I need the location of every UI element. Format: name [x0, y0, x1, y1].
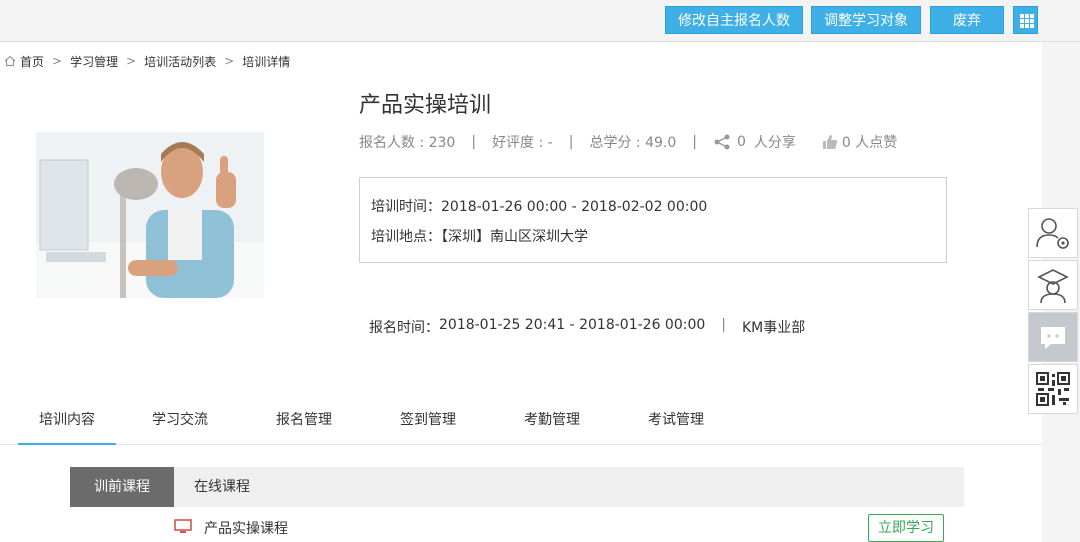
training-location-label: 培训地点： — [371, 229, 441, 245]
share-count: 0 — [736, 134, 746, 150]
training-location-value: 【深圳】南山区深圳大学 — [441, 229, 588, 245]
share-label: 人分享 — [753, 135, 796, 151]
user-settings-icon — [1036, 218, 1069, 249]
modify-signup-count-button[interactable]: 修改自主报名人数 — [665, 6, 803, 34]
divider: | — [721, 317, 726, 333]
tab-learning-exchange[interactable]: 学习交流 — [142, 400, 218, 445]
monitor-icon — [174, 519, 192, 533]
tab-attendance-management[interactable]: 考勤管理 — [514, 400, 590, 445]
divider: | — [471, 134, 477, 150]
breadcrumb-activity-list[interactable]: 培训活动列表 — [144, 53, 216, 70]
graduate-tool[interactable] — [1028, 260, 1078, 310]
qr-code-tool[interactable] — [1028, 364, 1078, 414]
tab-checkin-management[interactable]: 签到管理 — [390, 400, 466, 445]
training-stats: 报名人数 : 230 | 好评度 : - | 总学分 : 49.0 | 0 人分… — [359, 132, 897, 152]
sub-tabs: 训前课程 在线课程 — [70, 467, 964, 507]
signup-info: 报名时间： 2018-01-25 20:41 - 2018-01-26 00:0… — [369, 317, 805, 337]
course-name[interactable]: 产品实操课程 — [204, 518, 288, 538]
tab-exam-management[interactable]: 考试管理 — [638, 400, 714, 445]
chevron-right-icon: > — [224, 54, 235, 68]
chat-icon — [1041, 327, 1065, 349]
breadcrumb-current: 培训详情 — [242, 54, 291, 69]
main-tabs: 培训内容 学习交流 报名管理 签到管理 考勤管理 考试管理 — [0, 400, 1042, 445]
grid-menu-icon[interactable] — [1013, 6, 1038, 34]
adjust-learning-target-button[interactable]: 调整学习对象 — [811, 6, 921, 34]
subtab-online-course[interactable]: 在线课程 — [174, 467, 270, 507]
training-location: 培训地点：【深圳】南山区深圳大学 — [371, 226, 588, 246]
top-toolbar: 修改自主报名人数 调整学习对象 废弃 — [0, 0, 1080, 42]
subtab-pre-training-course[interactable]: 训前课程 — [70, 467, 174, 507]
tab-signup-management[interactable]: 报名管理 — [266, 400, 342, 445]
training-time-value: 2018-01-26 00:00 - 2018-02-02 00:00 — [441, 199, 708, 215]
training-title: 产品实操培训 — [359, 93, 492, 118]
share-icon[interactable] — [713, 134, 731, 150]
training-cover-image — [36, 132, 264, 298]
graduate-icon — [1037, 269, 1069, 304]
divider: | — [568, 134, 574, 150]
home-icon — [4, 55, 16, 67]
like-text: 0 人点赞 — [841, 135, 898, 151]
user-settings-tool[interactable] — [1028, 208, 1078, 258]
discard-button[interactable]: 废弃 — [930, 6, 1004, 34]
breadcrumb-learning[interactable]: 学习管理 — [70, 53, 118, 70]
chevron-right-icon: > — [126, 54, 137, 68]
signup-count: 报名人数 : 230 — [359, 135, 456, 151]
total-credit: 总学分 : 49.0 — [589, 135, 677, 151]
department: KM事业部 — [742, 320, 806, 336]
signup-time-value: 2018-01-25 20:41 - 2018-01-26 00:00 — [439, 317, 706, 333]
signup-time-label: 报名时间： — [369, 320, 439, 336]
breadcrumb: 首页 > 学习管理 > 培训活动列表 > 培训详情 — [4, 53, 290, 69]
thumbs-up-icon[interactable] — [822, 134, 838, 150]
breadcrumb-home[interactable]: 首页 — [20, 53, 44, 70]
chevron-right-icon: > — [52, 54, 63, 68]
training-time-label: 培训时间： — [371, 199, 441, 215]
training-time: 培训时间：2018-01-26 00:00 - 2018-02-02 00:00 — [371, 196, 707, 216]
training-info-box: 培训时间：2018-01-26 00:00 - 2018-02-02 00:00… — [359, 177, 947, 263]
tab-training-content[interactable]: 培训内容 — [18, 400, 116, 445]
start-learning-button[interactable]: 立即学习 — [868, 514, 944, 542]
qr-code-icon — [1036, 372, 1070, 406]
divider: | — [692, 134, 697, 150]
chat-tool[interactable] — [1028, 312, 1078, 362]
rating: 好评度 : - — [492, 135, 553, 151]
list-item: 产品实操课程 立即学习 — [70, 510, 964, 542]
